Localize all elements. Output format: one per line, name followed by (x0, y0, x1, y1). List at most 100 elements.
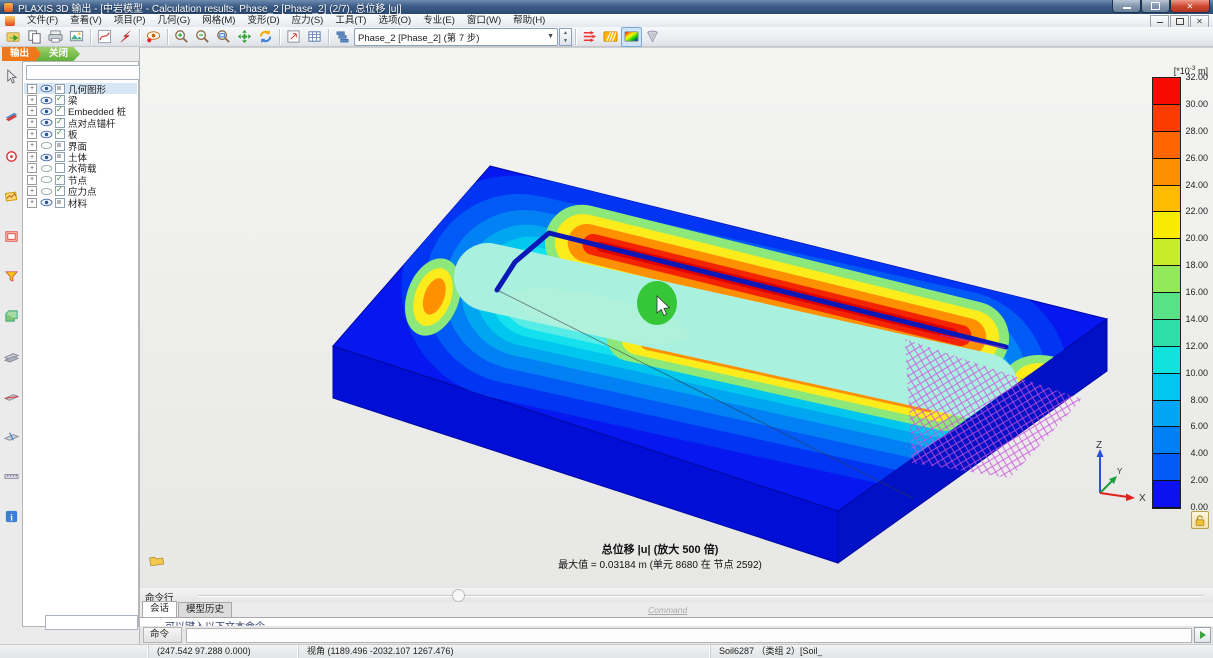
expand-icon[interactable]: + (27, 106, 37, 116)
expand-icon[interactable]: + (27, 198, 37, 208)
axis-z-label: Z (1096, 440, 1102, 451)
run-command-button[interactable] (1194, 627, 1211, 643)
iso-surface-button[interactable] (642, 27, 663, 47)
zoom-out-button[interactable] (192, 27, 213, 47)
table-button[interactable] (304, 27, 325, 47)
eye-icon[interactable] (40, 118, 53, 127)
circle-icon[interactable] (40, 175, 53, 184)
zoom-in-button[interactable] (171, 27, 192, 47)
expand-icon[interactable]: + (27, 118, 37, 128)
visibility-checkbox[interactable] (55, 84, 65, 94)
eye-icon[interactable] (40, 107, 53, 116)
visibility-checkbox[interactable] (55, 129, 65, 139)
curves-manager-button[interactable] (94, 27, 115, 47)
export-image-button[interactable] (66, 27, 87, 47)
maximize-button[interactable] (1141, 0, 1170, 13)
expand-icon[interactable]: + (27, 84, 37, 94)
expand-icon[interactable]: + (27, 175, 37, 185)
menu-应力[interactable]: 应力(S) (286, 15, 330, 26)
tab-session[interactable]: 会话 (142, 601, 177, 617)
menu-网格[interactable]: 网格(M) (196, 15, 241, 26)
menu-工具[interactable]: 工具(T) (329, 15, 372, 26)
eye-icon[interactable] (40, 130, 53, 139)
arrows-plot-button[interactable] (579, 27, 600, 47)
panel-bottom-box[interactable] (45, 615, 138, 630)
eye-icon[interactable] (40, 153, 53, 162)
expand-icon[interactable]: + (27, 186, 37, 196)
legend-tick-label: 6.00 (1174, 421, 1208, 431)
splitter-handle[interactable] (452, 589, 465, 602)
visibility-checkbox[interactable] (55, 186, 65, 196)
circle-icon[interactable] (40, 164, 53, 173)
menu-查看[interactable]: 查看(V) (64, 15, 108, 26)
expand-icon[interactable]: + (27, 129, 37, 139)
copy-button[interactable] (24, 27, 45, 47)
model-3d-scene[interactable]: Z Y X (140, 48, 1213, 588)
menu-变形[interactable]: 变形(D) (241, 15, 285, 26)
circle-icon[interactable] (40, 141, 53, 150)
menu-几何[interactable]: 几何(G) (151, 15, 196, 26)
folder-icon[interactable] (149, 553, 164, 571)
menu-选项[interactable]: 选项(O) (372, 15, 417, 26)
menu-项目[interactable]: 项目(P) (108, 15, 152, 26)
menu-专业[interactable]: 专业(E) (417, 15, 461, 26)
tree-item-几何图形[interactable]: +几何图形 (24, 83, 137, 94)
visibility-checkbox[interactable] (55, 106, 65, 116)
shadings-button[interactable] (621, 27, 642, 47)
tree-item-材料[interactable]: +材料 (24, 197, 137, 208)
print-button[interactable] (45, 27, 66, 47)
scale-window-button[interactable] (283, 27, 304, 47)
tree-filter-input[interactable] (26, 65, 140, 80)
contour-lines-button[interactable] (600, 27, 621, 47)
expand-icon[interactable]: + (27, 163, 37, 173)
horizontal-slice-tool[interactable] (2, 347, 20, 365)
circle-icon[interactable] (40, 187, 53, 196)
rotate-button[interactable] (255, 27, 276, 47)
phases-icon[interactable] (332, 27, 353, 47)
eye-icon[interactable] (40, 96, 53, 105)
tab-model-history[interactable]: 模型历史 (178, 602, 232, 617)
visibility-checkbox[interactable] (55, 95, 65, 105)
legend-lock-button[interactable] (1191, 511, 1209, 529)
measurement-tool[interactable] (2, 147, 20, 165)
visibility-checkbox[interactable] (55, 198, 65, 208)
zoom-rectangle-button[interactable] (213, 27, 234, 47)
close-button[interactable]: ✕ (1170, 0, 1210, 13)
visibility-checkbox[interactable] (55, 141, 65, 151)
visibility-checkbox[interactable] (55, 175, 65, 185)
visibility-checkbox[interactable] (55, 163, 65, 173)
select-tool[interactable] (2, 67, 20, 85)
slice-red-tool[interactable] (2, 387, 20, 405)
expand-icon[interactable]: + (27, 152, 37, 162)
visibility-checkbox[interactable] (55, 118, 65, 128)
model-viewport[interactable]: Z Y X [*10-3 m] 32.0030.0028.0026.0024.0… (140, 47, 1213, 588)
menu-窗口[interactable]: 窗口(W) (461, 15, 507, 26)
expand-icon[interactable]: + (27, 95, 37, 105)
open-project-button[interactable] (3, 27, 24, 47)
cross-section-button[interactable] (115, 27, 136, 47)
cross-section-tool[interactable] (2, 107, 20, 125)
tab-output[interactable]: 输出 (2, 47, 41, 61)
tree-item-点对点锚杆[interactable]: +点对点锚杆 (24, 117, 137, 128)
free-slice-tool[interactable] (2, 427, 20, 445)
info-tool[interactable]: i (2, 507, 20, 525)
pan-button[interactable] (234, 27, 255, 47)
filter-tool[interactable] (2, 267, 20, 285)
eye-icon[interactable] (40, 84, 53, 93)
menu-帮助[interactable]: 帮助(H) (507, 15, 551, 26)
phase-selector[interactable]: Phase_2 [Phase_2] (第 7 步)▼ (354, 28, 558, 46)
toolbar-separator (328, 29, 329, 45)
snapshot-tool[interactable] (2, 187, 20, 205)
window-controls: ✕ (1112, 0, 1210, 13)
step-spinner[interactable]: ▲▼ (559, 28, 572, 46)
hide-parts-button[interactable] (143, 27, 164, 47)
window-view-tool[interactable] (2, 227, 20, 245)
command-input[interactable] (186, 628, 1192, 643)
visibility-checkbox[interactable] (55, 152, 65, 162)
ruler-tool[interactable] (2, 467, 20, 485)
minimize-button[interactable] (1112, 0, 1141, 13)
menu-文件[interactable]: 文件(F) (21, 15, 64, 26)
expand-icon[interactable]: + (27, 141, 37, 151)
model-view-tool[interactable] (2, 307, 20, 325)
eye-icon[interactable] (40, 198, 53, 207)
